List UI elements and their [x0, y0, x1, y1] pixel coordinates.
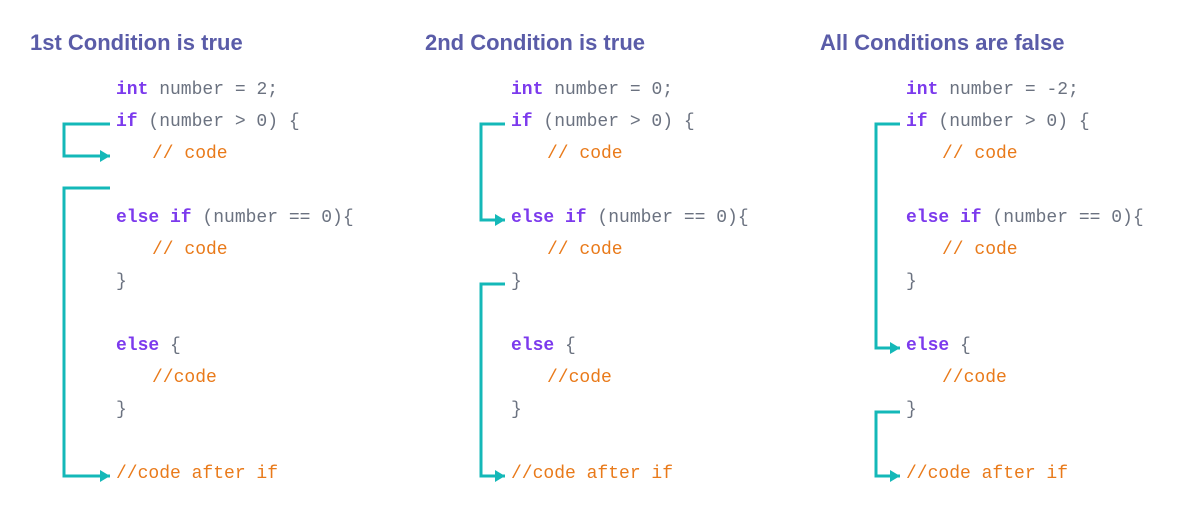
code-block: int number = 0;if (number > 0) {// codee… — [425, 74, 805, 490]
panel-title: 2nd Condition is true — [425, 30, 805, 56]
code-block: int number = 2;if (number > 0) {// codee… — [30, 74, 410, 490]
panel-title: All Conditions are false — [820, 30, 1200, 56]
diagram-panel-1: 2nd Condition is true int number = 0;if (… — [425, 30, 805, 490]
code-block: int number = -2;if (number > 0) {// code… — [820, 74, 1200, 490]
diagram-panel-2: All Conditions are false int number = -2;… — [820, 30, 1200, 490]
panel-title: 1st Condition is true — [30, 30, 410, 56]
diagram-panel-0: 1st Condition is true int number = 2;if (… — [30, 30, 410, 490]
